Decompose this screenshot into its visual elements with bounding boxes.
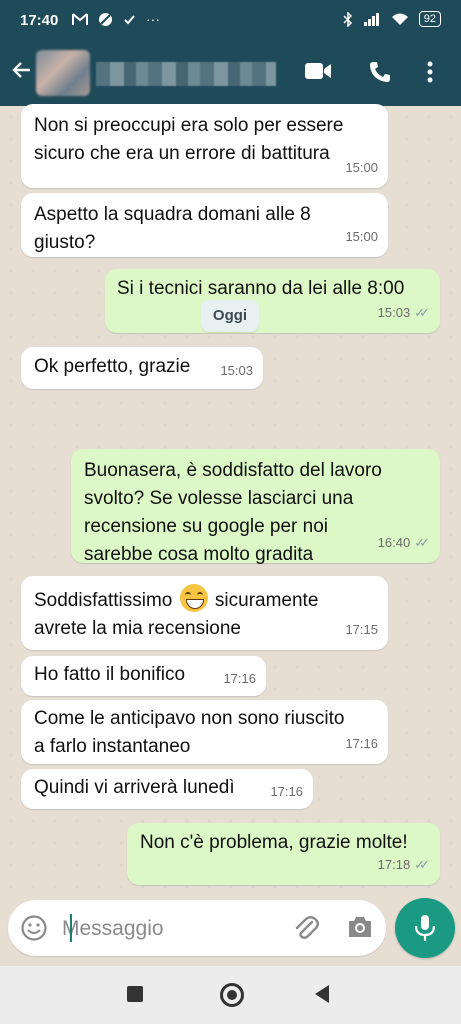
system-icons: 92 bbox=[343, 11, 441, 27]
message-text: Aspetto la squadra domani alle 8 giusto? bbox=[34, 204, 311, 253]
message-text: Si i tecnici saranno da lei alle 8:00 bbox=[117, 278, 405, 299]
microphone-button[interactable] bbox=[395, 898, 455, 958]
message-bubble[interactable]: Quindi vi arriverà lunedì 17:16 bbox=[21, 769, 313, 809]
ball-icon bbox=[99, 12, 112, 26]
message-text: Ho fatto il bonifico bbox=[34, 664, 186, 685]
message-bubble[interactable]: Ok perfetto, grazie 15:03 bbox=[21, 347, 263, 389]
message-text-part: Soddisfattissimo bbox=[34, 590, 173, 611]
grinning-face-emoji bbox=[179, 584, 208, 612]
check-icon bbox=[124, 14, 135, 24]
contact-name-redacted[interactable] bbox=[96, 62, 276, 86]
gmail-icon bbox=[72, 13, 88, 25]
message-text: Non si preoccupi era solo per essere sic… bbox=[34, 115, 344, 164]
status-time: 17:40 bbox=[20, 12, 59, 29]
avatar[interactable] bbox=[36, 50, 90, 96]
read-receipt-icon: ✓✓ bbox=[414, 535, 430, 550]
text-cursor bbox=[70, 914, 72, 942]
message-time: 17:16 bbox=[345, 736, 378, 751]
message-bubble[interactable]: Non si preoccupi era solo per essere sic… bbox=[21, 104, 388, 188]
message-bubble[interactable]: Ho fatto il bonifico 17:16 bbox=[21, 656, 266, 696]
read-receipt-icon: ✓✓ bbox=[414, 857, 430, 872]
message-bubble[interactable]: Buonasera, è soddisfatto del lavoro svol… bbox=[71, 449, 440, 565]
message-time: 17:16 bbox=[270, 784, 303, 799]
wifi-icon bbox=[391, 13, 408, 25]
message-text: Quindi vi arriverà lunedì bbox=[34, 777, 235, 798]
message-text: Come le anticipavo non sono riuscito a f… bbox=[34, 708, 345, 757]
message-input[interactable] bbox=[60, 912, 274, 946]
paperclip-icon[interactable] bbox=[292, 914, 320, 942]
battery-indicator: 92 bbox=[418, 11, 441, 27]
more-vert-icon[interactable] bbox=[426, 60, 434, 84]
read-receipt-icon: ✓✓ bbox=[414, 305, 430, 320]
message-bubble[interactable]: Soddisfattissimo sicuramente avrete la m… bbox=[21, 576, 388, 650]
microphone-icon bbox=[414, 915, 436, 941]
message-text: Buonasera, è soddisfatto del lavoro svol… bbox=[84, 460, 382, 565]
emoji-icon[interactable] bbox=[20, 914, 48, 942]
recents-button[interactable] bbox=[127, 986, 143, 1002]
phone-icon[interactable] bbox=[368, 60, 392, 84]
message-time: 15:03 bbox=[220, 363, 253, 378]
day-separator: Oggi bbox=[201, 300, 259, 332]
camera-icon[interactable] bbox=[346, 914, 374, 940]
message-time: 17:18 bbox=[377, 857, 411, 872]
status-bar: 17:40 ··· 92 bbox=[0, 0, 461, 42]
message-text: Soddisfattissimo sicuramente avrete la m… bbox=[34, 584, 318, 643]
message-text: Non c'è problema, grazie molte! bbox=[140, 832, 408, 853]
arrow-back-icon[interactable] bbox=[10, 58, 34, 82]
message-bubble[interactable]: Aspetto la squadra domani alle 8 giusto?… bbox=[21, 193, 388, 257]
message-bubble[interactable]: Come le anticipavo non sono riuscito a f… bbox=[21, 700, 388, 764]
message-time: 16:40 bbox=[377, 535, 411, 550]
signal-icon bbox=[363, 13, 379, 26]
message-time: 15:00 bbox=[345, 229, 378, 244]
message-time: 17:15 bbox=[345, 622, 378, 637]
bluetooth-icon bbox=[343, 11, 352, 27]
message-time: 15:03 bbox=[377, 305, 411, 320]
home-button[interactable] bbox=[220, 983, 244, 1007]
video-call-icon[interactable] bbox=[304, 60, 332, 82]
message-composer bbox=[8, 900, 386, 956]
nav-back-button[interactable] bbox=[315, 985, 329, 1003]
message-bubble[interactable]: Non c'è problema, grazie molte! 17:18 ✓✓ bbox=[127, 823, 440, 885]
message-time: 15:00 bbox=[345, 160, 378, 175]
message-text: Ok perfetto, grazie bbox=[34, 356, 191, 377]
notification-icons: ··· bbox=[72, 11, 160, 27]
message-time: 17:16 bbox=[223, 671, 256, 686]
chat-header bbox=[0, 42, 461, 106]
system-nav-bar bbox=[0, 966, 461, 1024]
status-more: ··· bbox=[146, 11, 160, 27]
message-bubble[interactable]: Si i tecnici saranno da lei alle 8:00 15… bbox=[105, 269, 440, 333]
